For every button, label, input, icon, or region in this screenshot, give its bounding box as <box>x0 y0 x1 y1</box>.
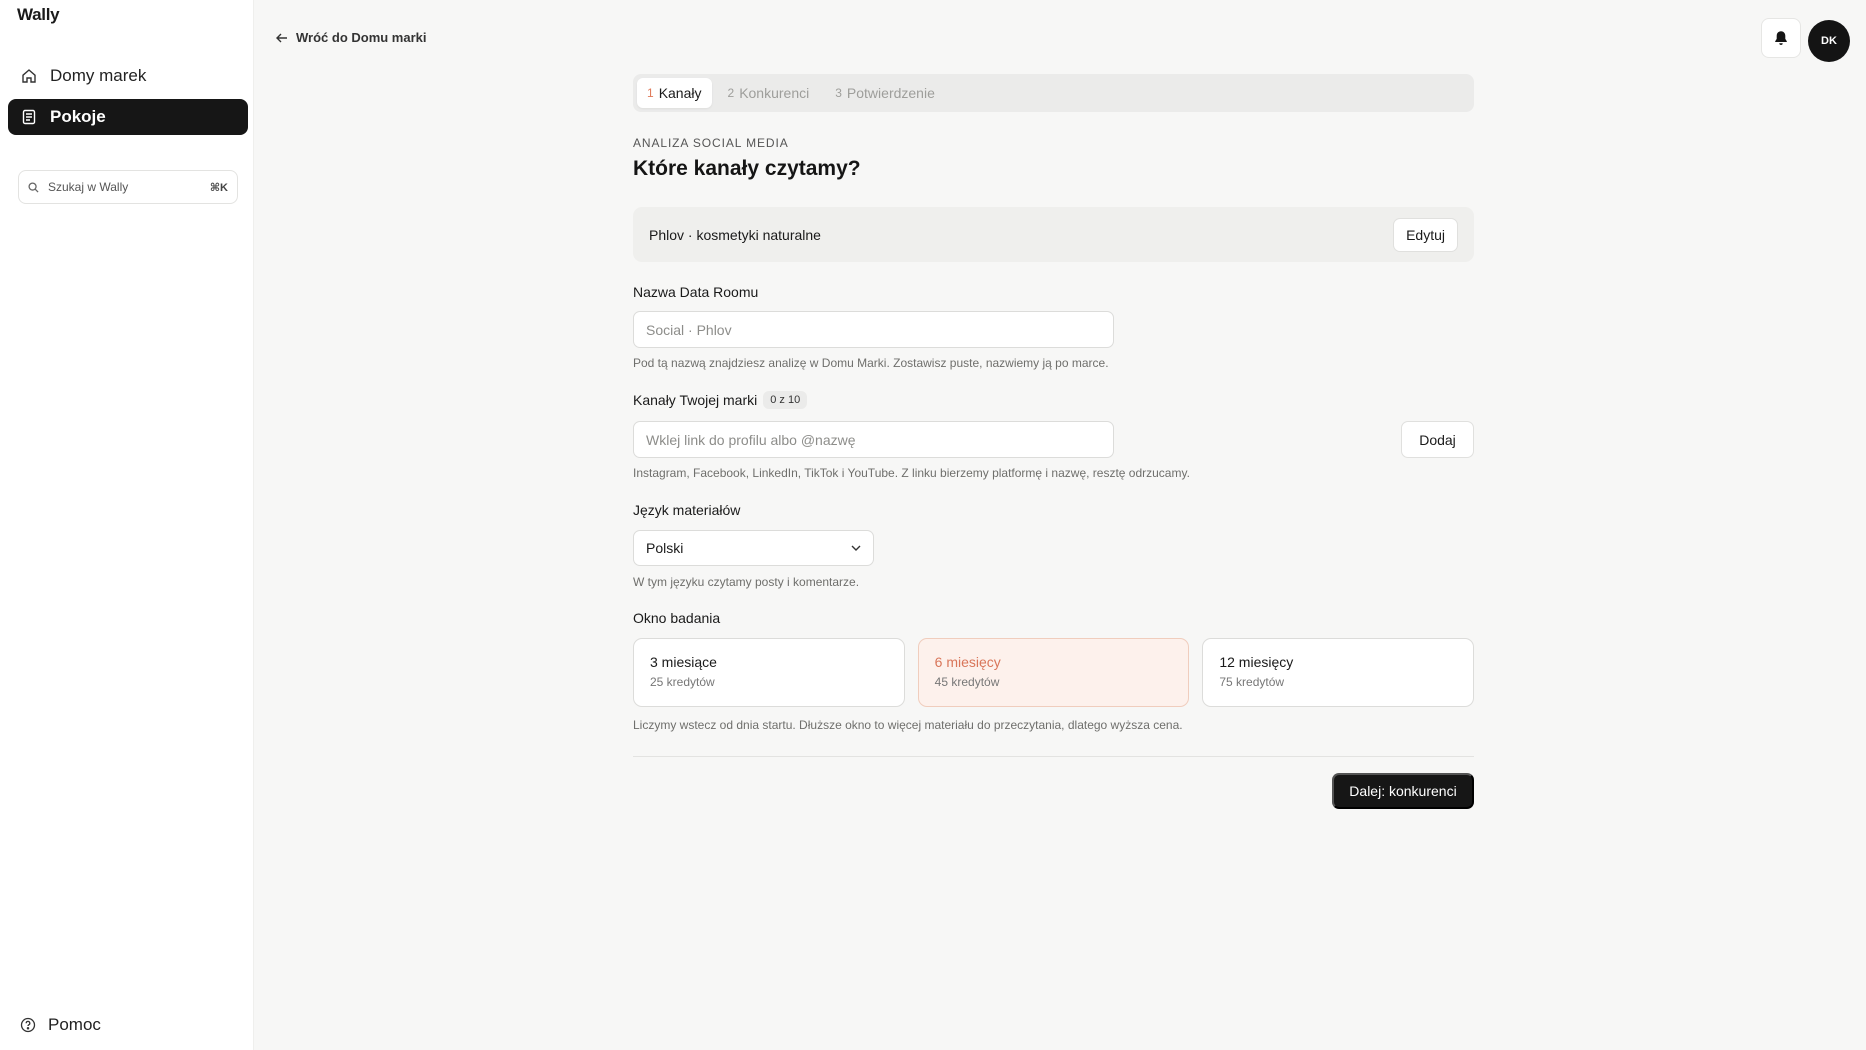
sidebar-item-domy-marek[interactable]: Domy marek <box>8 58 248 94</box>
step-number: 2 <box>727 86 735 100</box>
sidebar: Wally Domy marek Pokoje Szukaj w Wally ⌘… <box>0 0 254 1050</box>
window-option-12m[interactable]: 12 miesięcy 75 kredytów <box>1202 638 1475 707</box>
room-name-input[interactable] <box>633 311 1114 348</box>
language-hint: W tym języku czytamy posty i komentarze. <box>633 575 860 589</box>
divider <box>633 756 1474 757</box>
language-select[interactable]: Polski <box>633 530 874 566</box>
page-eyebrow: ANALIZA SOCIAL MEDIA <box>633 136 789 150</box>
app-logo[interactable]: Wally <box>17 5 60 25</box>
option-title: 3 miesiące <box>650 654 717 670</box>
room-name-label: Nazwa Data Roomu <box>633 284 758 300</box>
room-name-hint: Pod tą nazwą znajdziesz analizę w Domu M… <box>633 356 1109 370</box>
step-label: Potwierdzenie <box>846 85 935 101</box>
channels-count-badge: 0 z 10 <box>763 391 808 409</box>
channels-label: Kanały Twojej marki 0 z 10 <box>633 391 808 409</box>
bell-icon <box>1774 30 1788 46</box>
step-label: Kanały <box>658 85 702 101</box>
step-potwierdzenie[interactable]: 3 Potwierdzenie <box>825 78 945 108</box>
window-label-text: Okno badania <box>633 610 721 626</box>
option-credits: 25 kredytów <box>650 675 715 689</box>
help-label: Pomoc <box>48 1015 101 1034</box>
channels-hint: Instagram, Facebook, LinkedIn, TikTok i … <box>633 466 1190 480</box>
back-link[interactable]: Wróć do Domu marki <box>276 30 427 45</box>
room-name-label-text: Nazwa Data Roomu <box>633 284 759 300</box>
option-credits: 45 kredytów <box>934 675 1000 689</box>
window-option-3m[interactable]: 3 miesiące 25 kredytów <box>633 638 905 707</box>
channel-link-input[interactable] <box>633 421 1114 458</box>
notifications-button[interactable] <box>1761 18 1801 58</box>
brand-name: Phlov · kosmetyki naturalne <box>649 226 821 243</box>
back-label: Wróć do Domu marki <box>296 30 427 45</box>
page-title: Które kanały czytamy? <box>633 157 861 180</box>
language-label-text: Język materiałów <box>633 502 741 518</box>
help-circle-icon <box>20 1017 36 1033</box>
step-konkurenci[interactable]: 2 Konkurenci <box>718 78 820 108</box>
window-option-6m[interactable]: 6 miesięcy 45 kredytów <box>917 638 1190 707</box>
search-placeholder: Szukaj w Wally <box>48 180 129 194</box>
chevron-down-icon <box>851 545 861 551</box>
option-title: 6 miesięcy <box>934 654 1001 670</box>
document-icon <box>20 108 38 126</box>
wizard-stepper: 1 Kanały 2 Konkurenci 3 Potwierdzenie <box>633 74 1474 112</box>
search-shortcut: ⌘K <box>209 181 228 194</box>
window-label: Okno badania <box>633 610 720 626</box>
option-credits: 75 kredytów <box>1219 675 1285 689</box>
next-button[interactable]: Dalej: konkurenci <box>1332 773 1474 809</box>
step-number: 3 <box>835 86 842 100</box>
help-link[interactable]: Pomoc <box>20 1015 101 1035</box>
edit-brand-button[interactable]: Edytuj <box>1393 217 1458 252</box>
step-label: Konkurenci <box>739 85 810 101</box>
brand-card: Phlov · kosmetyki naturalne Edytuj <box>633 207 1474 262</box>
language-label: Język materiałów <box>633 502 740 518</box>
home-icon <box>20 67 38 85</box>
search-icon <box>28 181 39 193</box>
window-options: 3 miesiące 25 kredytów 6 miesięcy 45 kre… <box>633 638 1475 707</box>
search-input[interactable]: Szukaj w Wally ⌘K <box>18 170 238 204</box>
window-hint: Liczymy wstecz od dnia startu. Dłuższe o… <box>633 718 1183 732</box>
channels-label-text: Kanały Twojej marki <box>633 392 758 408</box>
arrow-left-icon <box>276 33 288 43</box>
add-channel-button[interactable]: Dodaj <box>1401 421 1474 458</box>
language-select-value: Polski <box>646 540 684 556</box>
sidebar-item-pokoje[interactable]: Pokoje <box>8 99 248 135</box>
user-avatar[interactable]: DK <box>1808 20 1850 62</box>
step-number: 1 <box>647 86 654 100</box>
sidebar-item-label: Domy marek <box>50 66 147 85</box>
sidebar-item-label: Pokoje <box>50 107 106 126</box>
step-kanaly[interactable]: 1 Kanały <box>637 78 712 108</box>
option-title: 12 miesięcy <box>1219 654 1294 670</box>
